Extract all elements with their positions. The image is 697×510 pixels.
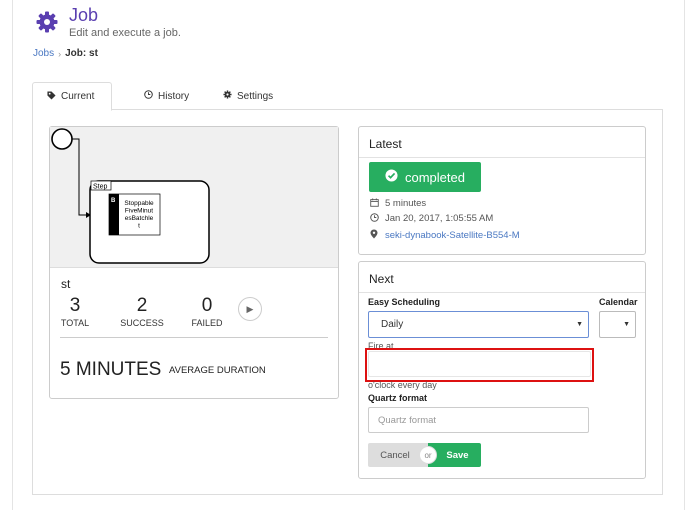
tab-history-label: History bbox=[158, 90, 190, 102]
stat-failed: 0 FAILED bbox=[188, 295, 226, 328]
map-marker-icon bbox=[369, 229, 379, 241]
stat-failed-label: FAILED bbox=[191, 318, 223, 328]
stat-success-label: SUCCESS bbox=[120, 318, 164, 328]
caret-down-icon: ▼ bbox=[576, 321, 583, 328]
batchlet-line-4: t bbox=[138, 223, 140, 230]
latest-title: Latest bbox=[369, 137, 402, 151]
highlight-box bbox=[365, 348, 594, 382]
divider bbox=[359, 292, 645, 293]
status-label: completed bbox=[405, 169, 465, 185]
tab-current-label: Current bbox=[61, 91, 95, 102]
quartz-format-placeholder: Quartz format bbox=[378, 414, 437, 426]
tab-bar: Current History Settings bbox=[32, 82, 663, 111]
caret-down-icon: ▼ bbox=[623, 321, 630, 328]
chevron-right-icon: › bbox=[58, 48, 62, 59]
calendar-label: Calendar bbox=[599, 297, 638, 307]
easy-scheduling-select[interactable]: Daily ▼ bbox=[368, 311, 589, 338]
duration-row: 5 minutes bbox=[369, 198, 426, 209]
next-title: Next bbox=[369, 272, 394, 286]
tab-history[interactable]: History bbox=[130, 82, 203, 110]
breadcrumb-current: Job: st bbox=[65, 48, 98, 59]
job-name: st bbox=[61, 277, 71, 291]
stat-success-value: 2 bbox=[136, 295, 148, 316]
quartz-format-label: Quartz format bbox=[368, 393, 428, 403]
schedule-button-group: Cancel Save or bbox=[368, 443, 481, 467]
stat-success: 2 SUCCESS bbox=[117, 295, 167, 328]
batchlet-line-2: FiveMinut bbox=[125, 208, 153, 215]
clock-icon bbox=[144, 90, 153, 102]
timestamp-text: Jan 20, 2017, 1:05:55 AM bbox=[385, 213, 494, 224]
timestamp-row: Jan 20, 2017, 1:05:55 AM bbox=[369, 213, 493, 224]
stat-total: 3 TOTAL bbox=[59, 295, 91, 328]
check-circle-icon bbox=[385, 169, 398, 185]
oclock-text: o'clock every day bbox=[368, 380, 437, 390]
average-duration-value: 5 MINUTES bbox=[60, 359, 162, 380]
status-badge: completed bbox=[369, 162, 481, 192]
job-diagram[interactable]: Step B Stoppable FiveMinut esBatchle t bbox=[50, 127, 338, 268]
host-row: seki-dynabook-Satellite-B554-M bbox=[369, 229, 520, 241]
stat-total-label: TOTAL bbox=[60, 318, 90, 328]
tab-settings-label: Settings bbox=[237, 90, 274, 102]
breadcrumb: Jobs › Job: st bbox=[33, 48, 98, 59]
host-link[interactable]: seki-dynabook-Satellite-B554-M bbox=[385, 230, 520, 241]
page-subtitle: Edit and execute a job. bbox=[69, 27, 181, 39]
gear-icon bbox=[223, 90, 232, 102]
duration-text: 5 minutes bbox=[385, 198, 427, 209]
job-summary-card: Step B Stoppable FiveMinut esBatchle t s… bbox=[49, 126, 339, 399]
batchlet-line-1: Stoppable bbox=[124, 200, 154, 207]
divider bbox=[359, 157, 645, 158]
page-title: Job bbox=[69, 5, 99, 25]
tab-current[interactable]: Current bbox=[32, 82, 112, 111]
average-duration-label: AVERAGE DURATION bbox=[169, 365, 266, 376]
clock-icon bbox=[369, 213, 379, 224]
batchlet-line-3: esBatchle bbox=[125, 215, 154, 222]
play-icon: ▶ bbox=[246, 303, 254, 314]
stat-total-value: 3 bbox=[69, 295, 81, 316]
easy-scheduling-label: Easy Scheduling bbox=[368, 297, 441, 307]
divider bbox=[60, 337, 328, 338]
start-node[interactable] bbox=[51, 128, 73, 150]
tab-settings[interactable]: Settings bbox=[209, 82, 287, 110]
tag-icon bbox=[47, 90, 56, 103]
batchlet-marker: B bbox=[111, 198, 116, 204]
calendar-select[interactable]: ▼ bbox=[599, 311, 636, 338]
run-job-button[interactable]: ▶ bbox=[238, 297, 262, 321]
quartz-format-input[interactable]: Quartz format bbox=[368, 407, 589, 433]
step-label: Step bbox=[93, 184, 108, 191]
latest-execution-card: Latest completed 5 minutes Jan 20, 2017,… bbox=[358, 126, 646, 255]
stat-failed-value: 0 bbox=[201, 295, 213, 316]
gear-icon bbox=[35, 10, 59, 34]
breadcrumb-jobs-link[interactable]: Jobs bbox=[33, 48, 54, 59]
calendar-icon bbox=[369, 198, 379, 209]
or-separator: or bbox=[419, 446, 437, 464]
easy-scheduling-value: Daily bbox=[381, 319, 404, 330]
